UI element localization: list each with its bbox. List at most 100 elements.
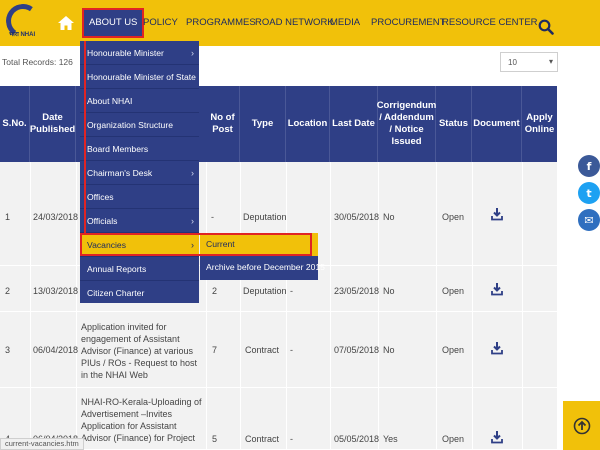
- header-type: Type: [240, 86, 286, 162]
- page-size-select[interactable]: 10 ▾: [500, 52, 558, 72]
- cell-status: Open: [442, 286, 465, 296]
- chevron-right-icon: ›: [191, 240, 194, 250]
- menu-item-label: Officials: [87, 216, 118, 226]
- highlight-line: [84, 41, 86, 234]
- cell-last-date: 05/05/2018: [334, 434, 380, 444]
- cell-status: Open: [442, 434, 465, 444]
- column-divider: [286, 162, 287, 450]
- chevron-right-icon: ›: [191, 48, 194, 58]
- cell-last-date: 07/05/2018: [334, 345, 380, 355]
- menu-item-minister-of-state[interactable]: Honourable Minister of State: [80, 65, 199, 89]
- cell-sno: 2: [5, 286, 11, 296]
- cell-status: Open: [442, 345, 465, 355]
- cell-title[interactable]: NHAI-RO-Kerala-Uploading of Advertisemen…: [81, 396, 203, 444]
- menu-item-label: Annual Reports: [87, 264, 147, 274]
- menu-item-label: Citizen Charter: [87, 288, 145, 298]
- header-date-published: Date Published: [30, 86, 76, 162]
- header-location: Location: [286, 86, 330, 162]
- column-divider: [30, 162, 31, 450]
- cell-date: 06/04/2018: [33, 345, 79, 355]
- page-size-value: 10: [508, 58, 517, 67]
- cell-posts: 7: [212, 345, 218, 355]
- column-divider: [330, 162, 331, 450]
- chevron-down-icon: ▾: [548, 57, 553, 66]
- menu-item-label: Organization Structure: [87, 120, 173, 130]
- nav-programmes[interactable]: PROGRAMMES: [186, 10, 256, 36]
- menu-item-officials[interactable]: Officials ›: [80, 209, 199, 233]
- menu-item-label: About NHAI: [87, 96, 133, 106]
- email-icon[interactable]: ✉: [578, 209, 600, 231]
- submenu-item-current[interactable]: Current: [200, 233, 318, 256]
- cell-corrigendum: No: [383, 212, 395, 222]
- menu-item-annual-reports[interactable]: Annual Reports: [80, 257, 199, 281]
- menu-item-label: Honourable Minister of State: [87, 72, 196, 82]
- nav-procurement[interactable]: PROCUREMENT: [371, 10, 445, 36]
- column-divider: [378, 162, 379, 450]
- cell-date: 13/03/2018: [33, 286, 79, 296]
- download-icon[interactable]: [490, 207, 504, 221]
- download-icon[interactable]: [490, 282, 504, 296]
- cell-posts: -: [211, 212, 214, 222]
- facebook-icon[interactable]: f: [578, 155, 600, 177]
- header-apply-online: Apply Online: [524, 112, 555, 135]
- cell-location: -: [290, 434, 293, 444]
- menu-item-label: Offices: [87, 192, 114, 202]
- download-icon[interactable]: [490, 430, 504, 444]
- arrow-up-circle-icon: [573, 417, 590, 434]
- cell-title[interactable]: Application invited for engagement of As…: [81, 321, 203, 381]
- menu-item-chairmans-desk[interactable]: Chairman's Desk ›: [80, 161, 199, 185]
- cell-posts: 5: [212, 434, 218, 444]
- download-icon[interactable]: [490, 341, 504, 355]
- twitter-icon[interactable]: t: [578, 182, 600, 204]
- header-no-of-post: No of Post: [206, 86, 240, 162]
- cell-type: Contract: [245, 434, 280, 444]
- nhai-logo[interactable]: भारा NHAI: [0, 0, 50, 46]
- menu-item-label: Vacancies: [87, 240, 127, 250]
- menu-item-vacancies[interactable]: Vacancies ›: [80, 233, 199, 257]
- column-divider: [76, 162, 77, 450]
- chevron-right-icon: ›: [191, 216, 194, 226]
- search-icon[interactable]: [532, 10, 560, 44]
- cell-type: Contract: [245, 345, 280, 355]
- menu-item-honourable-minister[interactable]: Honourable Minister ›: [80, 41, 199, 65]
- total-records-label: Total Records: 126: [2, 57, 73, 67]
- scroll-to-top-button[interactable]: [563, 401, 600, 450]
- menu-item-organization-structure[interactable]: Organization Structure: [80, 113, 199, 137]
- menu-item-label: Honourable Minister: [87, 48, 164, 58]
- nav-media[interactable]: MEDIA: [330, 10, 360, 36]
- column-divider: [436, 162, 437, 450]
- cell-corrigendum: Yes: [383, 434, 398, 444]
- menu-item-offices[interactable]: Offices: [80, 185, 199, 209]
- column-divider: [522, 162, 523, 450]
- header-corrigendum: Corrigendum / Addendum / Notice Issued: [377, 86, 436, 162]
- menu-item-citizen-charter[interactable]: Citizen Charter: [80, 281, 199, 305]
- menu-item-board-members[interactable]: Board Members: [80, 137, 199, 161]
- cell-last-date: 30/05/2018: [334, 212, 380, 222]
- home-icon[interactable]: [53, 10, 79, 36]
- cell-location: -: [290, 345, 293, 355]
- nav-about-us[interactable]: ABOUT US: [81, 8, 145, 38]
- cell-type: Deputation: [243, 286, 287, 296]
- submenu-item-archive[interactable]: Archive before December 2015: [200, 256, 325, 279]
- menu-item-about-nhai[interactable]: About NHAI: [80, 89, 199, 113]
- column-divider: [472, 162, 473, 450]
- cell-corrigendum: No: [383, 345, 395, 355]
- cell-status: Open: [442, 212, 465, 222]
- nav-policy[interactable]: POLICY: [143, 10, 178, 36]
- cell-last-date: 23/05/2018: [334, 286, 380, 296]
- menu-item-label: Chairman's Desk: [87, 168, 153, 178]
- header-document: Document: [472, 86, 522, 162]
- nav-resource-center[interactable]: RESOURCE CENTER: [442, 10, 538, 36]
- cell-type: Deputation: [243, 212, 287, 222]
- nav-road-network[interactable]: ROAD NETWORK: [255, 10, 334, 36]
- cell-posts: 2: [212, 286, 218, 296]
- cell-corrigendum: No: [383, 286, 395, 296]
- header-status: Status: [436, 86, 472, 162]
- logo-text: भारा NHAI: [9, 32, 36, 38]
- cell-location: -: [290, 286, 293, 296]
- menu-item-label: Board Members: [87, 144, 149, 154]
- header-last-date: Last Date: [330, 86, 378, 162]
- cell-sno: 3: [5, 345, 11, 355]
- header-sno: S.No.: [0, 86, 30, 162]
- cell-sno: 1: [5, 212, 11, 222]
